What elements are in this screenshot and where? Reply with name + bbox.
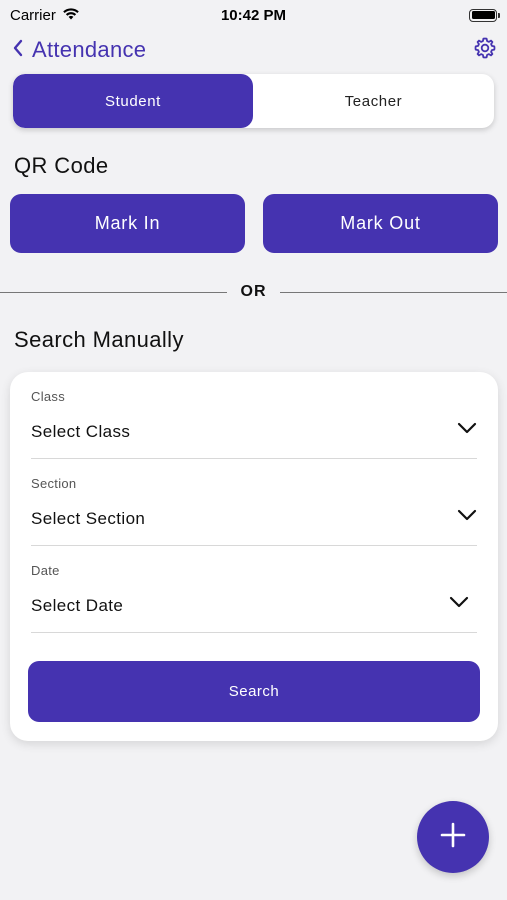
section-value: Select Section [31, 509, 146, 528]
settings-button[interactable] [473, 36, 497, 65]
chevron-down-icon [457, 421, 477, 439]
back-button[interactable]: Attendance [12, 37, 146, 63]
search-form-card: Class Select Class Section Select Sectio… [10, 372, 498, 741]
user-type-segmented-control: Student Teacher [13, 74, 494, 128]
or-label: OR [240, 283, 267, 300]
status-left: Carrier [10, 7, 80, 24]
date-select[interactable]: Date Select Date [31, 546, 477, 633]
chevron-left-icon [12, 39, 24, 62]
mark-in-button[interactable]: Mark In [10, 194, 245, 253]
date-value: Select Date [31, 596, 124, 615]
battery-icon [469, 8, 500, 22]
add-button[interactable] [417, 801, 489, 873]
class-select[interactable]: Class Select Class [31, 372, 477, 459]
divider-line-left [0, 291, 227, 293]
tab-teacher[interactable]: Teacher [253, 74, 494, 128]
chevron-down-icon [457, 508, 477, 526]
mark-out-button[interactable]: Mark Out [263, 194, 498, 253]
qr-code-title: QR Code [14, 153, 109, 178]
search-button[interactable]: Search [28, 661, 480, 722]
wifi-icon [62, 7, 80, 24]
or-divider: OR [0, 280, 507, 304]
nav-bar: Attendance [0, 32, 507, 68]
class-value: Select Class [31, 422, 131, 441]
gear-icon [473, 36, 497, 65]
class-label: Class [31, 389, 66, 404]
tab-student[interactable]: Student [13, 74, 253, 128]
plus-icon [440, 822, 466, 853]
section-label: Section [31, 476, 77, 491]
date-label: Date [31, 563, 60, 578]
divider-line-right [280, 291, 507, 293]
carrier-label: Carrier [10, 6, 56, 24]
section-select[interactable]: Section Select Section [31, 459, 477, 546]
search-manually-title: Search Manually [14, 327, 184, 352]
page-title: Attendance [32, 37, 147, 62]
chevron-down-icon [449, 595, 469, 613]
status-bar: Carrier 10:42 PM [0, 0, 507, 30]
qr-buttons: Mark In Mark Out [10, 194, 498, 253]
